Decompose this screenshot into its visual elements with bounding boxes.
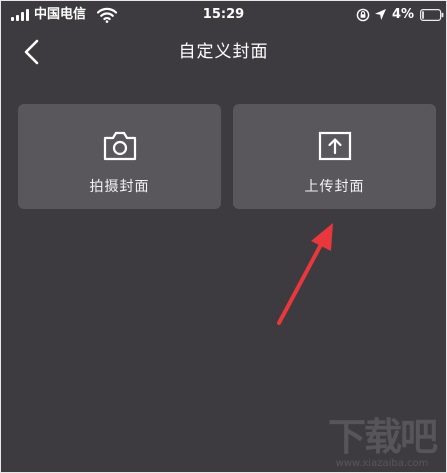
app-screen: 中国电信 15:29 4% 自定义封面 拍摄封面 上传封面 下载吧 www.xi… <box>0 0 447 473</box>
watermark-brand: 下载吧 <box>327 415 438 459</box>
watermark-url: www.xiazaiba.com <box>335 458 429 469</box>
camera-icon <box>103 131 137 161</box>
red-arrow-annotation <box>277 223 333 325</box>
upload-cover-button[interactable]: 上传封面 <box>233 104 436 209</box>
upload-cover-label: 上传封面 <box>304 179 365 195</box>
watermark-logo: 下载吧 www.xiazaiba.com <box>319 415 445 472</box>
location-icon <box>375 9 386 20</box>
rotation-lock-icon <box>356 8 370 22</box>
status-bar: 中国电信 15:29 4% <box>1 1 446 29</box>
navigation-bar: 自定义封面 <box>1 29 446 75</box>
page-title: 自定义封面 <box>178 42 269 62</box>
upload-icon <box>318 131 352 161</box>
battery-percent: 4% <box>392 7 415 22</box>
take-cover-label: 拍摄封面 <box>89 179 150 195</box>
take-cover-button[interactable]: 拍摄封面 <box>18 104 221 209</box>
battery-icon <box>420 9 444 21</box>
